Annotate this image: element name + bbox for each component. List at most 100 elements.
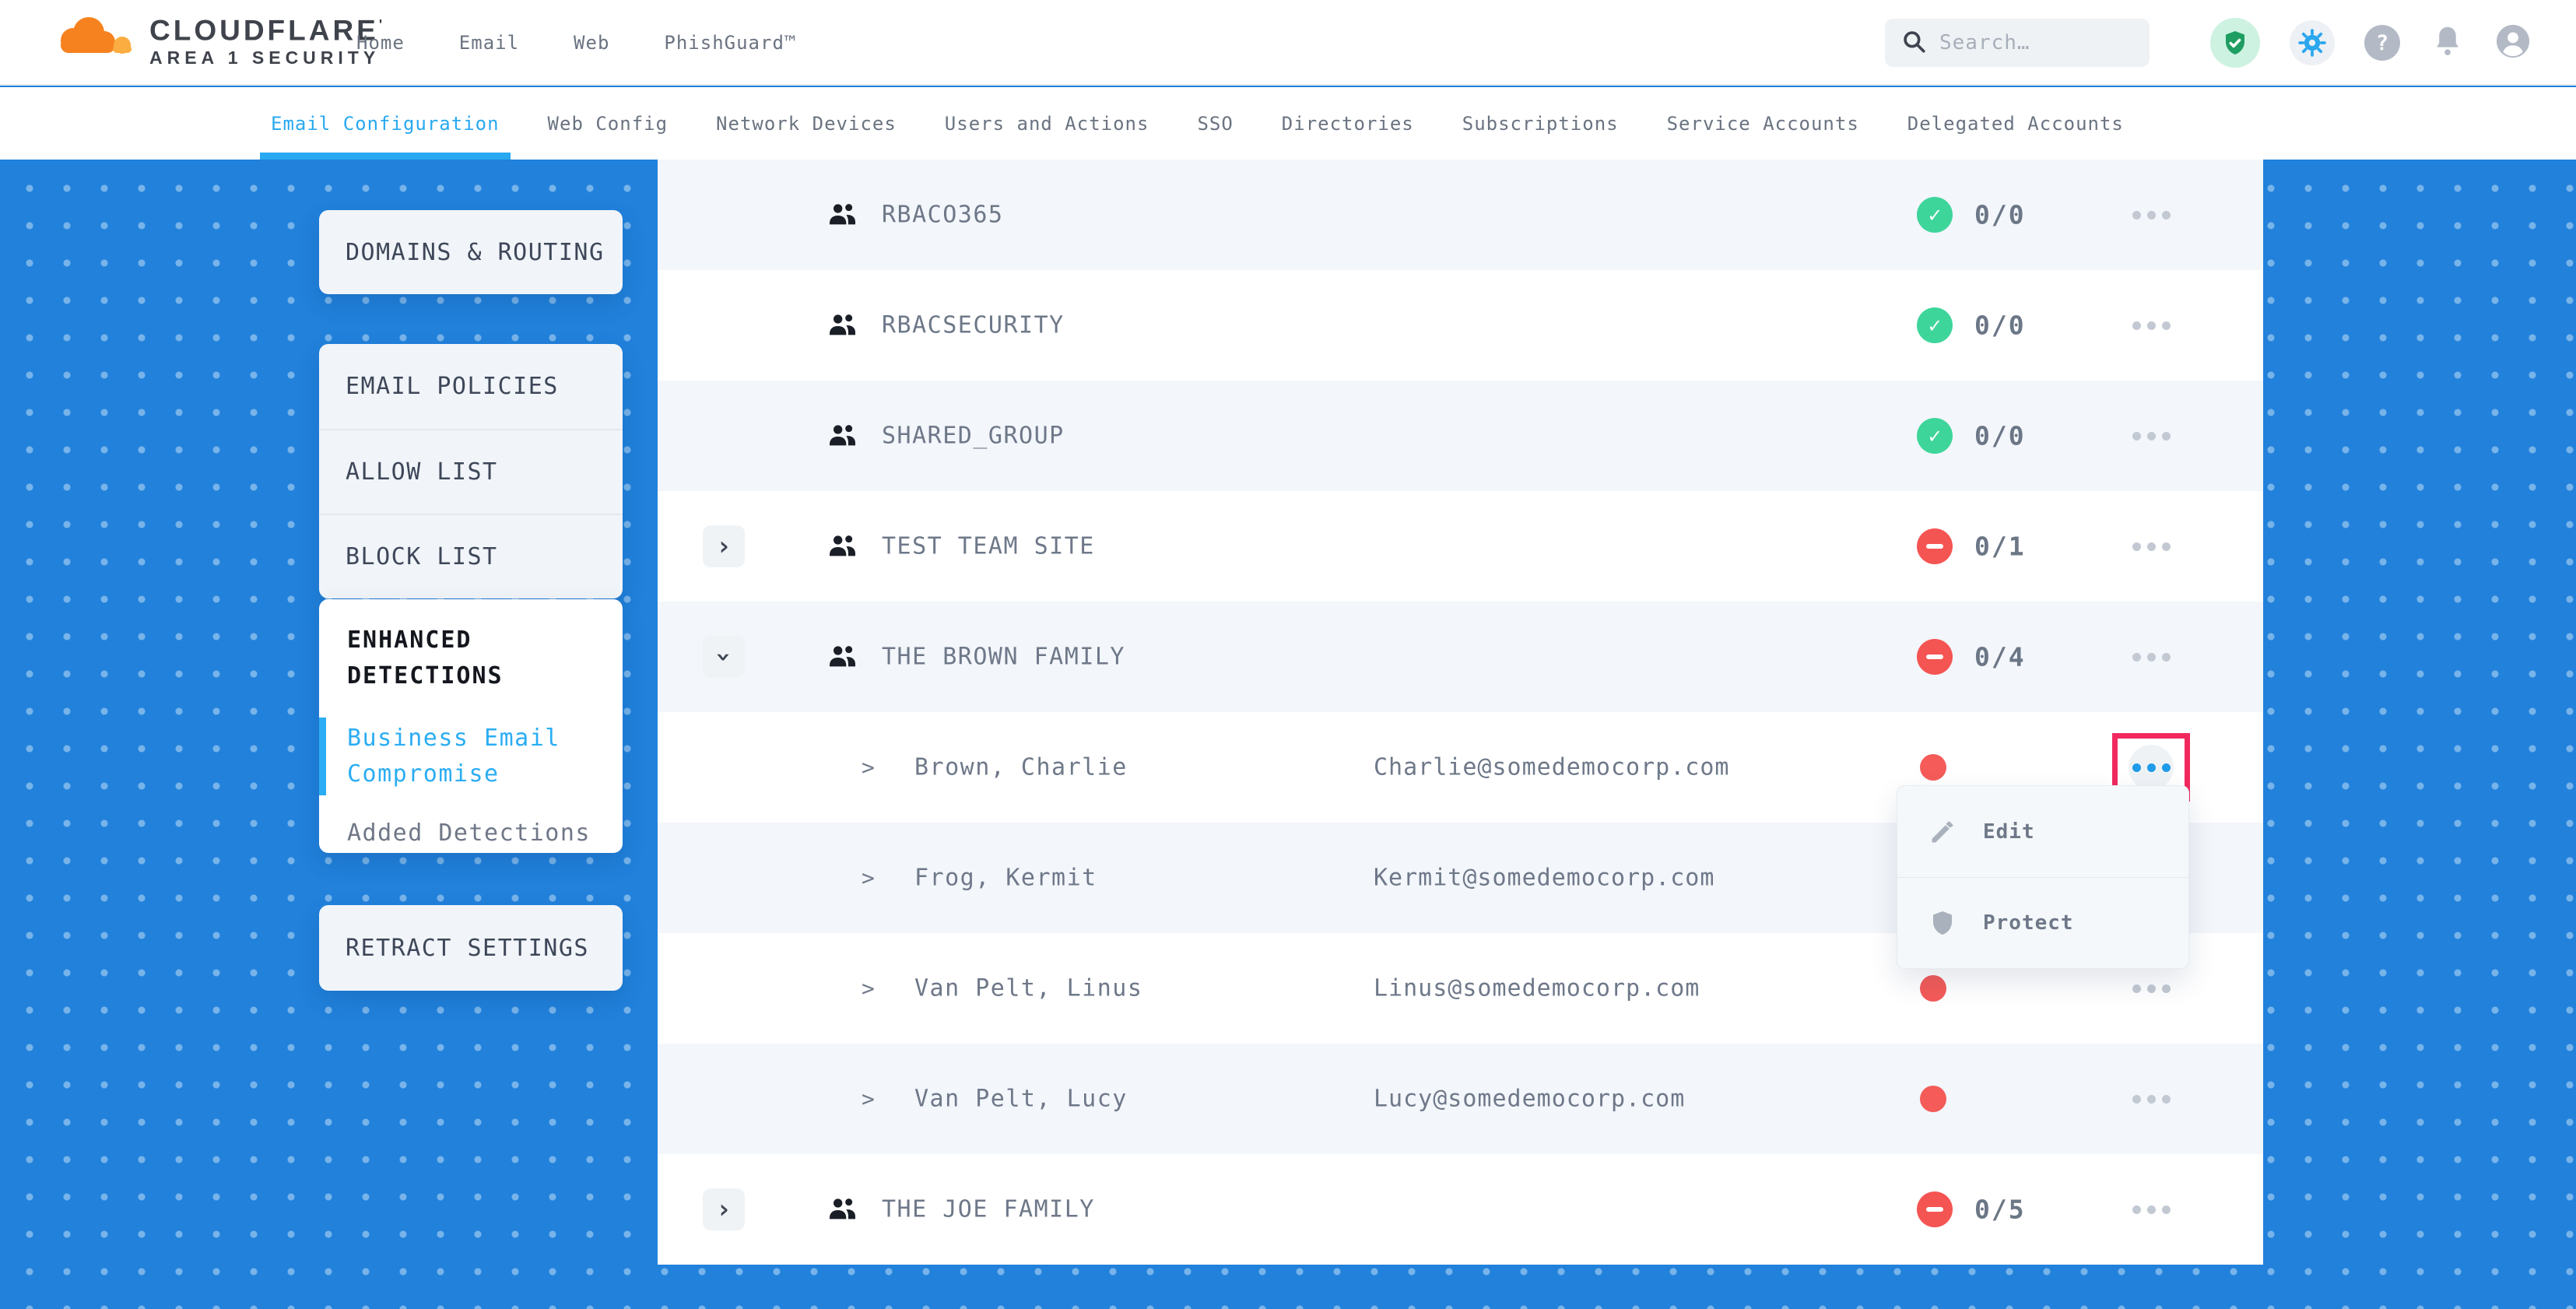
- menu-item-protect[interactable]: Protect: [1897, 877, 2188, 968]
- protected-count: 0/0: [1974, 200, 2026, 230]
- tab-web-config[interactable]: Web Config: [548, 87, 669, 160]
- expand-toggle-button[interactable]: ›: [703, 1188, 745, 1230]
- user-icon[interactable]: [2495, 23, 2531, 62]
- table-row[interactable]: SHARED_GROUP✓0/0: [658, 381, 2263, 491]
- top-nav-phishguard[interactable]: PhishGuard™: [664, 32, 796, 54]
- table-row[interactable]: › THE BROWN FAMILY 0/4: [658, 602, 2263, 712]
- sidebar-item-domains-routing[interactable]: DOMAINS & ROUTING: [319, 210, 623, 294]
- group-name: THE JOE FAMILY: [882, 1196, 1095, 1223]
- enhanced-detections-items: Business Email Compromise Added Detection…: [347, 721, 607, 851]
- minus-icon: [1926, 1207, 1943, 1212]
- row-actions-button[interactable]: [2129, 634, 2174, 679]
- top-nav-home[interactable]: Home: [356, 32, 405, 54]
- cloudflare-logo: CLOUDFLARE' AREA 1 SECURITY: [47, 9, 385, 68]
- tab-users-and-actions[interactable]: Users and Actions: [945, 87, 1149, 160]
- cloudflare-cloud-icon: [47, 12, 140, 65]
- row-actions-button[interactable]: [2129, 192, 2174, 237]
- chevron-right-icon[interactable]: >: [862, 1086, 875, 1112]
- table-row[interactable]: >Van Pelt, LucyLucy@somedemocorp.com: [658, 1044, 2263, 1154]
- top-nav: Home Email Web PhishGuard™: [356, 0, 796, 86]
- tab-delegated-accounts[interactable]: Delegated Accounts: [1907, 87, 2124, 160]
- table-row[interactable]: ›THE JOE FAMILY0/5: [658, 1154, 2263, 1265]
- table-row[interactable]: ›TEST TEAM SITE0/1: [658, 491, 2263, 602]
- dot-icon: [2162, 1205, 2171, 1214]
- minus-circle-icon: [1917, 528, 1953, 564]
- dot-icon: [2132, 432, 2141, 440]
- dot-icon: [2147, 984, 2156, 993]
- tab-subscriptions[interactable]: Subscriptions: [1462, 87, 1619, 160]
- shield-check-icon[interactable]: [2210, 18, 2260, 68]
- tab-service-accounts[interactable]: Service Accounts: [1667, 87, 1859, 160]
- dot-icon: [2147, 321, 2156, 330]
- gear-icon[interactable]: [2290, 20, 2335, 65]
- bell-icon[interactable]: [2430, 23, 2465, 62]
- sidebar-card-retract-settings[interactable]: RETRACT SETTINGS: [319, 905, 623, 991]
- protected-count: 0/4: [1974, 642, 2026, 672]
- sidebar-item-retract-settings[interactable]: RETRACT SETTINGS: [319, 905, 623, 991]
- tab-bar: Email Configuration Web Config Network Dev…: [0, 87, 2576, 160]
- minus-circle-icon: [1917, 639, 1953, 675]
- group-name: SHARED_GROUP: [882, 423, 1065, 450]
- minus-icon: [1926, 544, 1943, 549]
- status-dot: [1920, 754, 1946, 781]
- expand-toggle-button[interactable]: ›: [703, 636, 745, 678]
- row-actions-button[interactable]: [2129, 413, 2174, 458]
- row-actions-button[interactable]: [2129, 1187, 2174, 1232]
- minus-icon: [1926, 654, 1943, 659]
- logo-text: CLOUDFLARE' AREA 1 SECURITY: [149, 9, 385, 68]
- sidebar-item-business-email-compromise[interactable]: Business Email Compromise: [347, 721, 607, 792]
- top-nav-web[interactable]: Web: [574, 32, 609, 54]
- dot-icon: [2147, 432, 2156, 440]
- group-name: RBACSECURITY: [882, 312, 1065, 339]
- menu-item-label: Edit: [1983, 820, 2035, 844]
- group-name: THE BROWN FAMILY: [882, 644, 1125, 671]
- sidebar-item-block-list[interactable]: BLOCK LIST: [319, 514, 623, 598]
- dot-icon: [2162, 432, 2171, 440]
- tab-sso[interactable]: SSO: [1197, 87, 1233, 160]
- search-box[interactable]: Search…: [1885, 19, 2150, 67]
- status-dot: [1920, 975, 1946, 1002]
- member-name: Frog, Kermit: [914, 865, 1097, 892]
- row-actions-button[interactable]: [2129, 524, 2174, 569]
- sidebar-item-added-detections[interactable]: Added Detections: [347, 816, 607, 851]
- chevron-right-icon: ›: [716, 1196, 732, 1223]
- dot-icon: [2132, 1095, 2141, 1104]
- sidebar-card-domains-routing[interactable]: DOMAINS & ROUTING: [319, 210, 623, 294]
- member-name: Brown, Charlie: [914, 754, 1128, 781]
- row-actions-button[interactable]: [2129, 966, 2174, 1011]
- dot-icon: [2147, 653, 2156, 662]
- dot-icon: [2147, 1205, 2156, 1214]
- chevron-right-icon[interactable]: >: [862, 976, 875, 1002]
- logo-product: AREA 1 SECURITY: [149, 47, 380, 68]
- top-nav-email[interactable]: Email: [459, 32, 519, 54]
- expand-toggle-button[interactable]: ›: [703, 525, 745, 567]
- dot-icon: [2162, 984, 2171, 993]
- help-icon[interactable]: ?: [2364, 25, 2400, 61]
- chevron-right-icon[interactable]: >: [862, 865, 875, 891]
- chevron-right-icon: ›: [716, 533, 732, 560]
- sidebar-section-enhanced-detections[interactable]: ENHANCED DETECTIONS: [347, 623, 607, 694]
- row-actions-button[interactable]: [2129, 303, 2174, 348]
- pencil-icon: [1928, 818, 1957, 846]
- context-menu: Edit Protect: [1897, 785, 2189, 969]
- dot-icon: [2132, 211, 2141, 219]
- minus-circle-icon: [1917, 1191, 1953, 1227]
- sidebar-item-email-policies[interactable]: EMAIL POLICIES: [319, 344, 623, 429]
- tab-email-configuration[interactable]: Email Configuration: [271, 87, 500, 160]
- check-icon: ✓: [1928, 205, 1941, 226]
- tab-network-devices[interactable]: Network Devices: [716, 87, 897, 160]
- dot-icon: [2132, 1205, 2141, 1214]
- top-header: CLOUDFLARE' AREA 1 SECURITY Home Email Web…: [0, 0, 2576, 86]
- logo-brand: CLOUDFLARE': [149, 9, 385, 46]
- tab-directories[interactable]: Directories: [1282, 87, 1414, 160]
- member-name: Van Pelt, Lucy: [914, 1086, 1128, 1113]
- table-row[interactable]: RBACO365✓0/0: [658, 160, 2263, 270]
- chevron-right-icon[interactable]: >: [862, 755, 875, 781]
- row-actions-button[interactable]: [2129, 1076, 2174, 1121]
- table-row[interactable]: RBACSECURITY✓0/0: [658, 270, 2263, 381]
- status-dot: [1920, 1086, 1946, 1112]
- sidebar-item-allow-list[interactable]: ALLOW LIST: [319, 429, 623, 514]
- check-circle-icon: ✓: [1917, 197, 1953, 233]
- menu-item-edit[interactable]: Edit: [1897, 786, 2188, 877]
- protected-count: 0/0: [1974, 421, 2026, 451]
